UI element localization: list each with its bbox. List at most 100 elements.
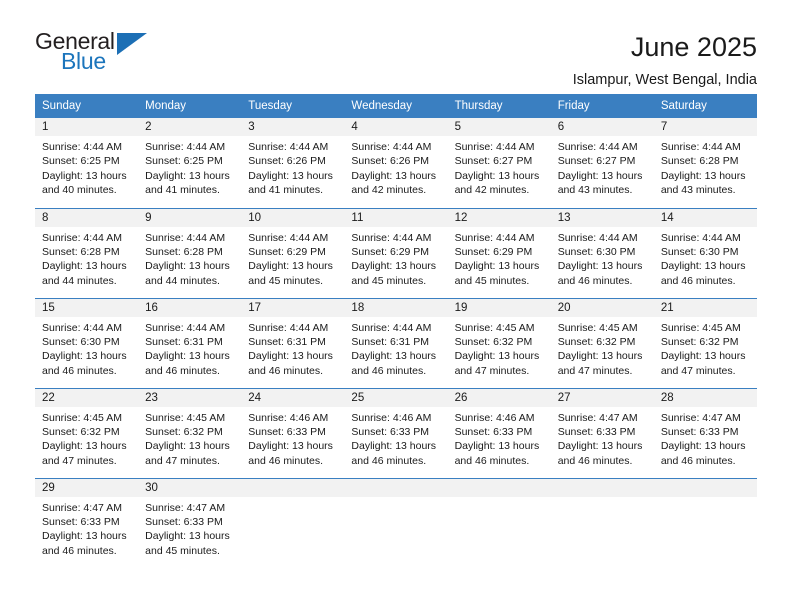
day-detail-daylight2: and 46 minutes. (660, 454, 736, 467)
calendar-day-cell[interactable]: 17 Sunrise: 4:44 AM Sunset: 6:31 PM Dayligh… (241, 297, 345, 388)
day-detail-sunset: Sunset: 6:29 PM (351, 245, 430, 258)
calendar-day-cell[interactable]: 1 Sunrise: 4:44 AM Sunset: 6:25 PM Daylight… (35, 118, 139, 208)
calendar-day-cell[interactable]: 21 Sunrise: 4:45 AM Sunset: 6:32 PM Dayligh… (653, 297, 757, 388)
day-number (241, 478, 345, 497)
calendar-day-cell[interactable]: 23 Sunrise: 4:45 AM Sunset: 6:32 PM Dayligh… (138, 387, 242, 478)
day-detail-daylight2: and 43 minutes. (660, 184, 736, 197)
day-detail-sunset: Sunset: 6:33 PM (557, 425, 636, 438)
calendar-week-row: 22 Sunrise: 4:45 AM Sunset: 6:32 PM Dayligh… (35, 387, 757, 478)
day-detail-sunrise: Sunrise: 4:46 AM (454, 411, 535, 424)
day-detail-daylight1: Daylight: 13 hours (145, 260, 230, 273)
day-detail-sunrise: Sunrise: 4:44 AM (145, 321, 226, 334)
calendar-day-cell[interactable]: 2 Sunrise: 4:44 AM Sunset: 6:25 PM Daylight… (138, 118, 242, 208)
day-detail-daylight2: and 46 minutes. (248, 364, 323, 377)
day-detail-daylight2: and 47 minutes. (42, 454, 117, 467)
day-detail-daylight1: Daylight: 13 hours (248, 169, 333, 182)
page-title: June 2025 (630, 32, 757, 62)
day-detail-sunrise: Sunrise: 4:44 AM (557, 231, 638, 244)
day-number: 23 (138, 388, 242, 407)
day-number: 19 (447, 298, 551, 317)
calendar-day-cell-empty (241, 477, 345, 568)
day-detail-sunrise: Sunrise: 4:44 AM (42, 141, 122, 153)
day-detail-daylight1: Daylight: 13 hours (660, 260, 746, 273)
calendar-day-cell[interactable]: 4 Sunrise: 4:44 AM Sunset: 6:26 PM Daylight… (344, 118, 448, 208)
day-detail-sunset: Sunset: 6:29 PM (454, 245, 533, 258)
calendar-day-cell[interactable]: 7 Sunrise: 4:44 AM Sunset: 6:28 PM Daylight… (653, 118, 757, 208)
day-detail-sunset: Sunset: 6:32 PM (42, 425, 120, 438)
day-detail-sunrise: Sunrise: 4:47 AM (145, 501, 226, 514)
title-block: June 2025 Islampur, West Bengal, India (573, 30, 757, 89)
calendar-day-cell[interactable]: 12 Sunrise: 4:44 AM Sunset: 6:29 PM Dayligh… (447, 207, 551, 298)
day-detail-sunrise: Sunrise: 4:44 AM (660, 141, 741, 153)
day-detail-daylight2: and 46 minutes. (557, 274, 633, 287)
calendar-day-cell[interactable]: 27 Sunrise: 4:47 AM Sunset: 6:33 PM Dayligh… (550, 387, 654, 478)
day-detail-sunset: Sunset: 6:33 PM (454, 425, 533, 438)
day-details: Sunrise: 4:44 AM Sunset: 6:31 PM Daylight:… (138, 317, 241, 379)
day-details: Sunrise: 4:47 AM Sunset: 6:33 PM Daylight:… (35, 497, 138, 559)
calendar-day-cell[interactable]: 10 Sunrise: 4:44 AM Sunset: 6:29 PM Dayligh… (241, 207, 345, 298)
calendar-day-cell[interactable]: 16 Sunrise: 4:44 AM Sunset: 6:31 PM Dayligh… (138, 297, 242, 388)
general-blue-logo[interactable]: General Blue (35, 30, 155, 78)
day-detail-daylight1: Daylight: 13 hours (42, 440, 127, 453)
calendar-day-cell[interactable]: 28 Sunrise: 4:47 AM Sunset: 6:33 PM Dayligh… (653, 387, 757, 478)
day-detail-daylight1: Daylight: 13 hours (42, 350, 127, 363)
day-detail-sunrise: Sunrise: 4:44 AM (248, 321, 329, 334)
day-detail-daylight2: and 47 minutes. (557, 364, 633, 377)
day-detail-sunrise: Sunrise: 4:45 AM (557, 321, 638, 334)
day-number (447, 478, 551, 497)
calendar-day-cell[interactable]: 11 Sunrise: 4:44 AM Sunset: 6:29 PM Dayligh… (344, 207, 448, 298)
day-number: 15 (35, 298, 139, 317)
day-detail-sunset: Sunset: 6:30 PM (42, 335, 120, 348)
calendar-day-cell[interactable]: 9 Sunrise: 4:44 AM Sunset: 6:28 PM Daylight… (138, 207, 242, 298)
day-detail-sunrise: Sunrise: 4:45 AM (145, 411, 226, 424)
calendar-day-cell[interactable]: 18 Sunrise: 4:44 AM Sunset: 6:31 PM Dayligh… (344, 297, 448, 388)
calendar-day-cell[interactable]: 26 Sunrise: 4:46 AM Sunset: 6:33 PM Dayligh… (447, 387, 551, 478)
day-details: Sunrise: 4:44 AM Sunset: 6:26 PM Daylight:… (344, 136, 447, 198)
calendar-day-cell[interactable]: 30 Sunrise: 4:47 AM Sunset: 6:33 PM Dayligh… (138, 477, 242, 568)
calendar-day-cell[interactable]: 20 Sunrise: 4:45 AM Sunset: 6:32 PM Dayligh… (550, 297, 654, 388)
calendar-day-cell-empty (447, 477, 551, 568)
calendar-day-cell[interactable]: 15 Sunrise: 4:44 AM Sunset: 6:30 PM Dayligh… (35, 297, 139, 388)
day-number: 22 (35, 388, 139, 407)
day-detail-sunset: Sunset: 6:31 PM (248, 335, 326, 348)
day-number (550, 478, 654, 497)
calendar-day-cell[interactable]: 25 Sunrise: 4:46 AM Sunset: 6:33 PM Dayligh… (344, 387, 448, 478)
day-detail-sunset: Sunset: 6:26 PM (248, 155, 326, 168)
calendar-week-row: 29 Sunrise: 4:47 AM Sunset: 6:33 PM Dayligh… (35, 477, 757, 568)
day-details: Sunrise: 4:44 AM Sunset: 6:28 PM Daylight:… (654, 136, 757, 198)
calendar-day-cell[interactable]: 29 Sunrise: 4:47 AM Sunset: 6:33 PM Dayligh… (35, 477, 139, 568)
calendar-day-cell-empty (550, 477, 654, 568)
calendar-day-cell[interactable]: 19 Sunrise: 4:45 AM Sunset: 6:32 PM Dayligh… (447, 297, 551, 388)
day-detail-daylight2: and 42 minutes. (351, 184, 427, 197)
calendar-day-cell[interactable]: 13 Sunrise: 4:44 AM Sunset: 6:30 PM Dayligh… (550, 207, 654, 298)
day-detail-daylight1: Daylight: 13 hours (145, 350, 230, 363)
day-number: 2 (138, 118, 242, 136)
day-details: Sunrise: 4:44 AM Sunset: 6:28 PM Daylight:… (35, 227, 138, 289)
day-detail-daylight1: Daylight: 13 hours (145, 169, 230, 182)
weekday-header-tuesday: Tuesday (241, 94, 345, 118)
calendar-day-cell[interactable]: 5 Sunrise: 4:44 AM Sunset: 6:27 PM Daylight… (447, 118, 551, 208)
calendar-day-cell[interactable]: 3 Sunrise: 4:44 AM Sunset: 6:26 PM Daylight… (241, 118, 345, 208)
day-detail-sunrise: Sunrise: 4:45 AM (454, 321, 535, 334)
calendar-day-cell[interactable]: 22 Sunrise: 4:45 AM Sunset: 6:32 PM Dayligh… (35, 387, 139, 478)
calendar-day-cell[interactable]: 8 Sunrise: 4:44 AM Sunset: 6:28 PM Daylight… (35, 207, 139, 298)
day-detail-daylight2: and 43 minutes. (557, 184, 633, 197)
calendar-day-cell[interactable]: 24 Sunrise: 4:46 AM Sunset: 6:33 PM Dayligh… (241, 387, 345, 478)
day-details: Sunrise: 4:44 AM Sunset: 6:27 PM Daylight:… (551, 136, 654, 198)
day-number (653, 478, 757, 497)
calendar-week-row: 1 Sunrise: 4:44 AM Sunset: 6:25 PM Daylight… (35, 118, 757, 208)
day-details: Sunrise: 4:45 AM Sunset: 6:32 PM Daylight:… (138, 407, 241, 469)
day-detail-daylight2: and 47 minutes. (660, 364, 736, 377)
day-detail-sunset: Sunset: 6:32 PM (660, 335, 739, 348)
day-detail-sunrise: Sunrise: 4:44 AM (248, 141, 329, 153)
calendar-day-cell[interactable]: 6 Sunrise: 4:44 AM Sunset: 6:27 PM Daylight… (550, 118, 654, 208)
day-detail-sunset: Sunset: 6:32 PM (145, 425, 223, 438)
day-detail-sunset: Sunset: 6:28 PM (42, 245, 120, 258)
calendar-day-cell[interactable]: 14 Sunrise: 4:44 AM Sunset: 6:30 PM Dayligh… (653, 207, 757, 298)
calendar-page: General Blue June 2025 Islampur, West Be… (0, 0, 792, 612)
day-detail-daylight1: Daylight: 13 hours (454, 350, 540, 363)
day-detail-sunrise: Sunrise: 4:44 AM (351, 231, 432, 244)
day-number: 16 (138, 298, 242, 317)
day-details: Sunrise: 4:44 AM Sunset: 6:28 PM Daylight:… (138, 227, 241, 289)
day-detail-daylight1: Daylight: 13 hours (42, 530, 127, 543)
